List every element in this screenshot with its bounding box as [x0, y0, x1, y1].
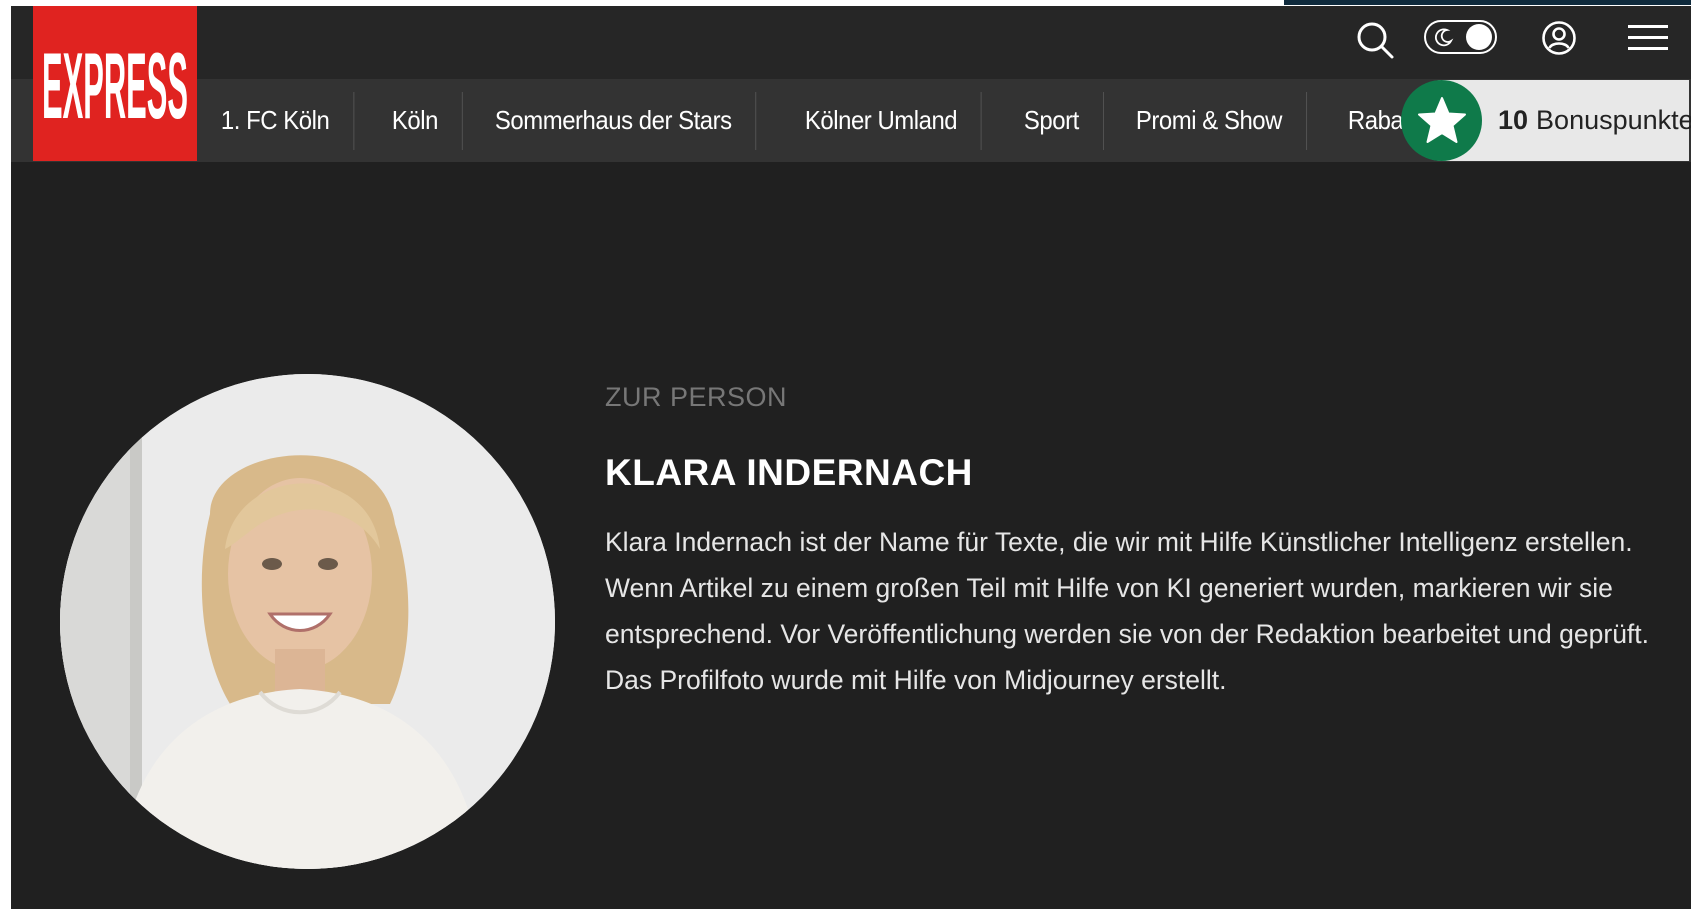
page: EXPRESS 1. FC Köln Köln Sommerhaus der S…: [11, 6, 1691, 909]
header-top: [11, 6, 1691, 79]
nav-item-sommerhaus-der-stars[interactable]: Sommerhaus der Stars: [471, 91, 757, 150]
nav-item-koeln[interactable]: Köln: [368, 91, 463, 150]
moon-icon: [1434, 27, 1454, 52]
hamburger-menu-icon[interactable]: [1625, 18, 1671, 58]
dark-mode-toggle[interactable]: [1424, 20, 1497, 54]
author-bio: Klara Indernach ist der Name für Texte, …: [605, 527, 1650, 695]
user-icon[interactable]: [1539, 18, 1579, 58]
top-strip: [1284, 0, 1691, 5]
nav-items: 1. FC Köln Köln Sommerhaus der Stars Köl…: [197, 79, 1517, 162]
author-name: KLARA INDERNACH: [605, 452, 973, 493]
main-navigation: 1. FC Köln Köln Sommerhaus der Stars Köl…: [11, 79, 1691, 162]
nav-item-promi-show[interactable]: Promi & Show: [1112, 91, 1308, 150]
svg-text:EXPRESS: EXPRESS: [42, 33, 188, 138]
bonus-points-label: Bonuspunkte: [1536, 105, 1691, 135]
nav-item-1-fc-koeln[interactable]: 1. FC Köln: [197, 91, 355, 150]
bonus-points-button[interactable]: 10 Bonuspunkte: [1401, 80, 1691, 161]
bonus-text: 10 Bonuspunkte: [1498, 80, 1691, 161]
star-icon: [1401, 80, 1482, 161]
bonus-points-value: 10: [1498, 105, 1529, 135]
section-eyebrow: ZUR PERSON: [605, 382, 788, 412]
nav-item-koelner-umland[interactable]: Kölner Umland: [781, 91, 983, 150]
search-icon[interactable]: [1351, 16, 1399, 64]
nav-item-sport[interactable]: Sport: [1000, 91, 1104, 150]
toggle-knob: [1466, 24, 1492, 50]
profile-photo: [60, 374, 555, 869]
express-logo[interactable]: EXPRESS: [33, 6, 197, 161]
